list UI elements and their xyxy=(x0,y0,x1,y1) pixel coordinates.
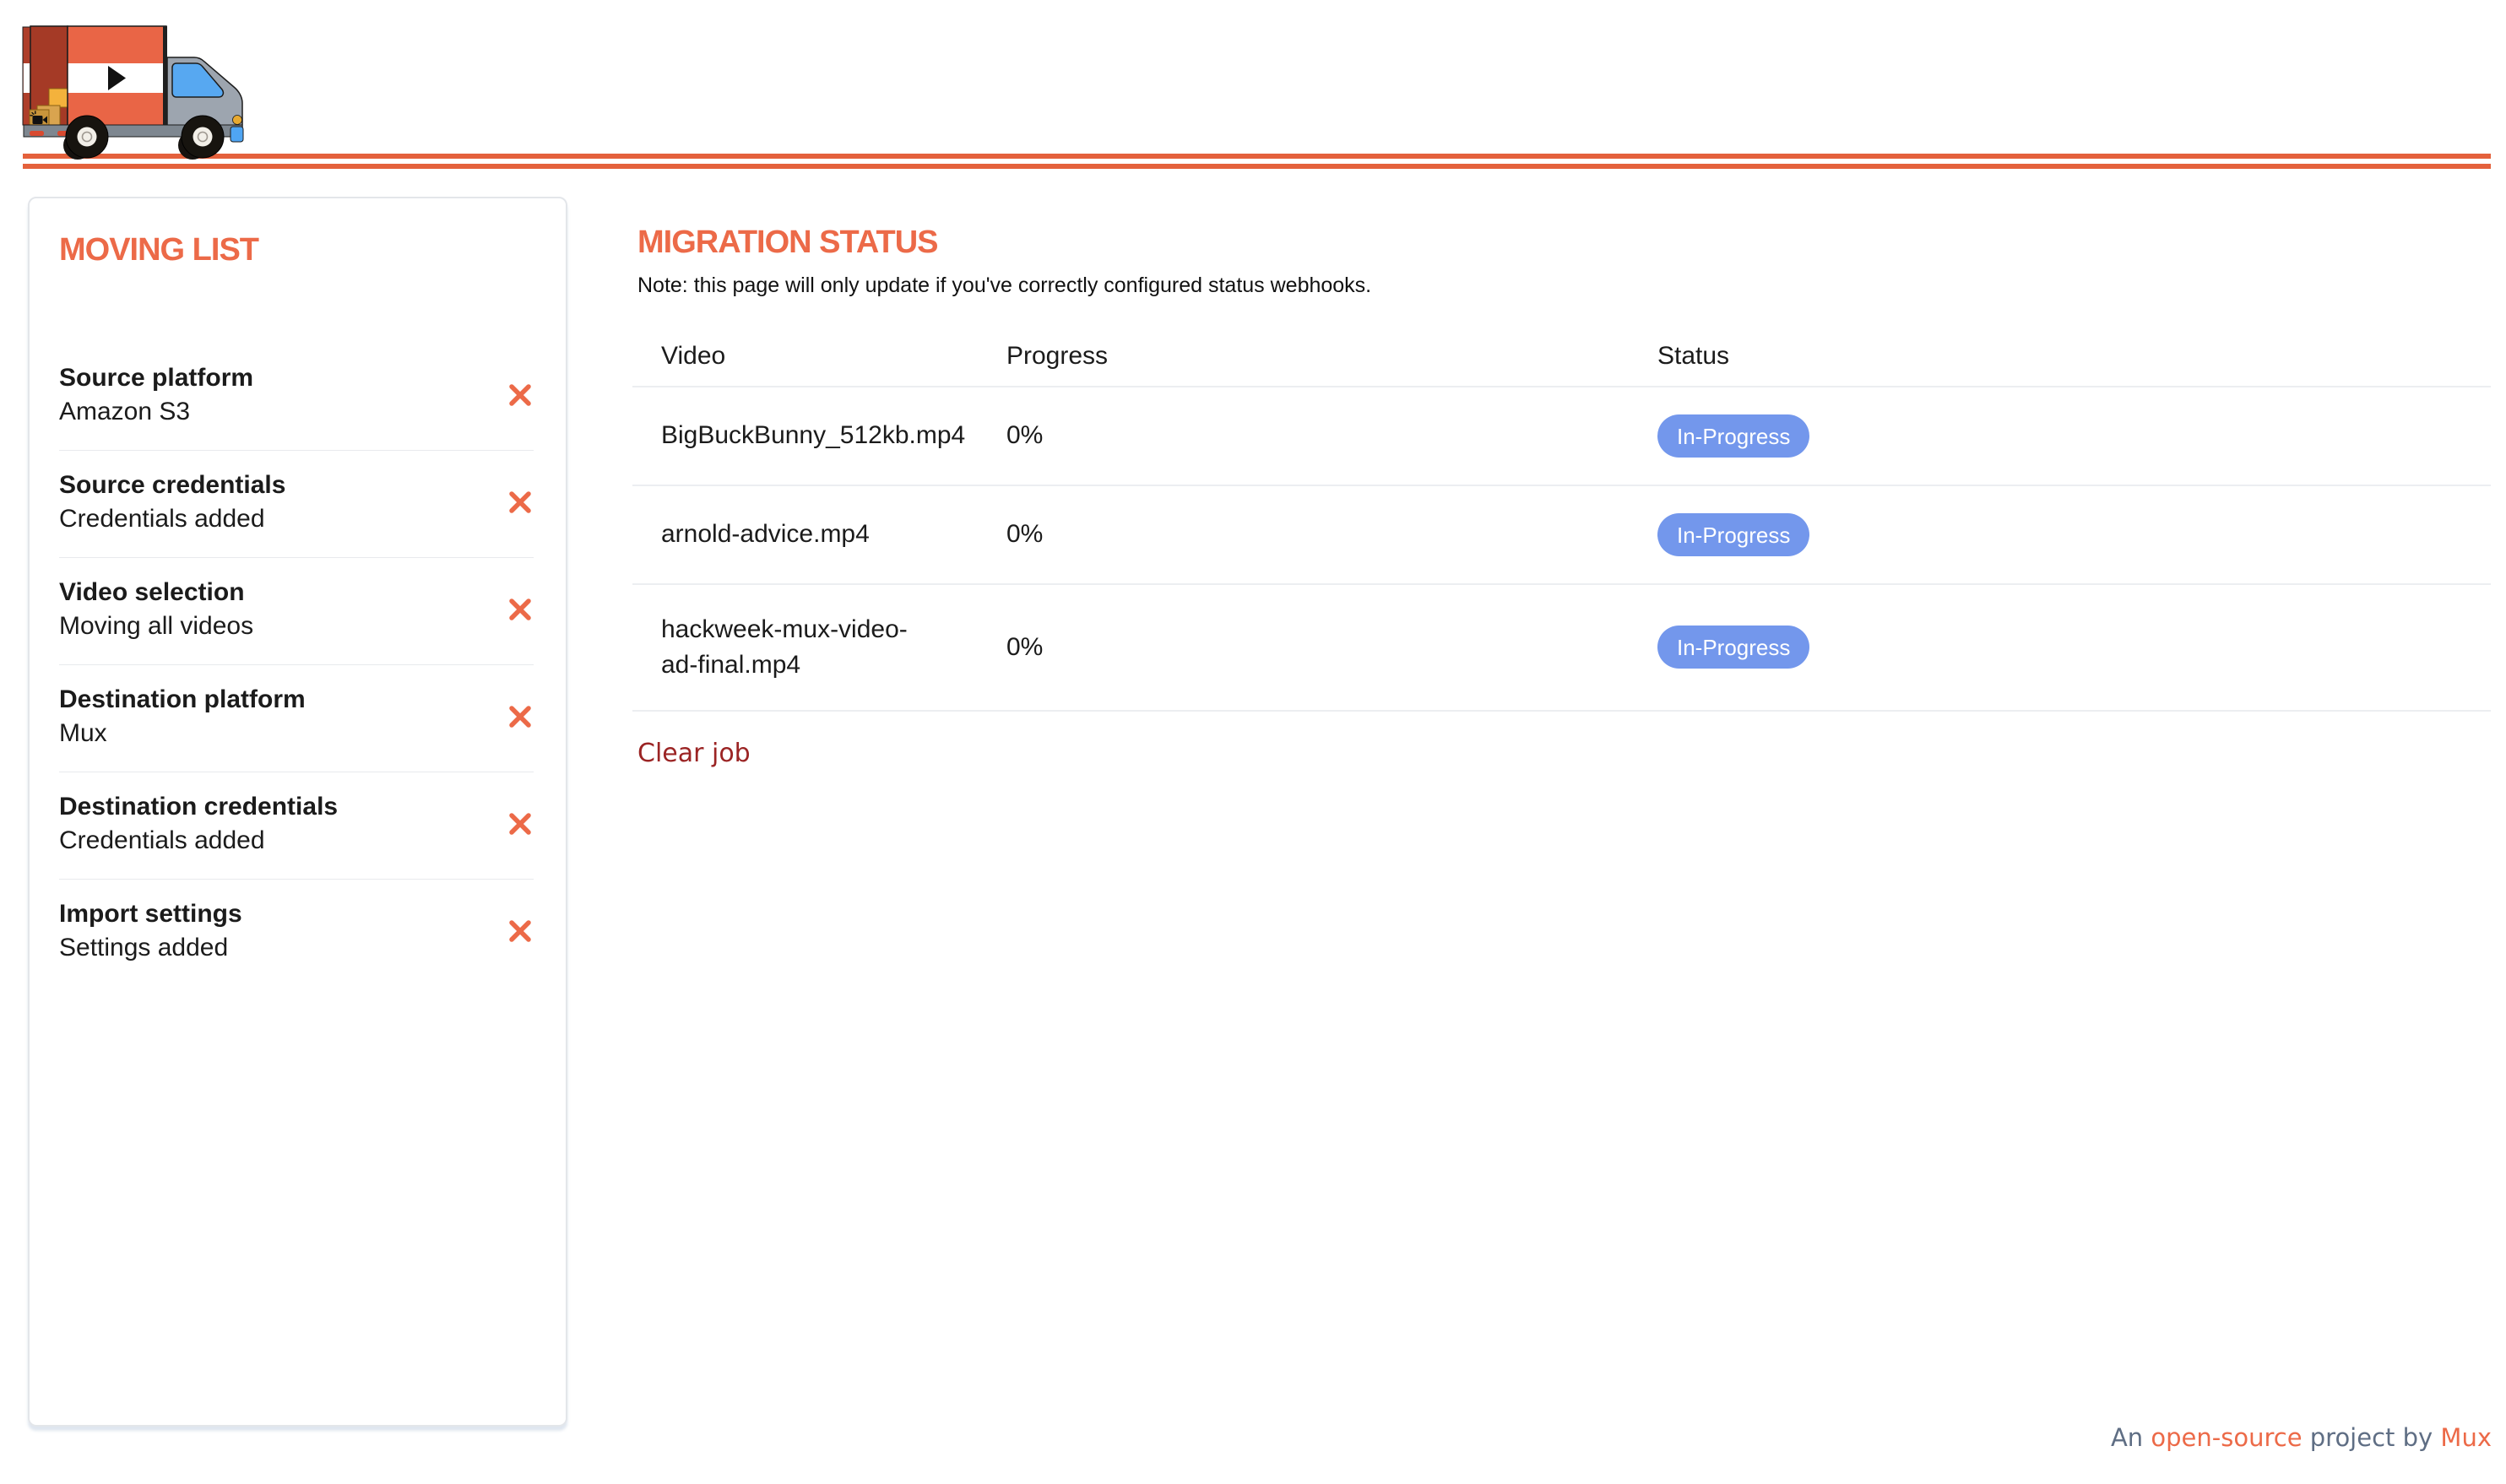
x-icon xyxy=(508,490,532,514)
table-row: BigBuckBunny_512kb.mp4 0% In-Progress xyxy=(632,387,2491,486)
page: { "colors": { "accent_orange": "#ec6a48"… xyxy=(0,0,2506,1484)
video-progress: 0% xyxy=(1006,630,1657,665)
sidebar-item-destination-platform: Destination platform Mux xyxy=(59,665,534,772)
footer-middle: project by xyxy=(2310,1423,2433,1452)
x-icon xyxy=(508,919,532,943)
video-name: arnold-advice.mp4 xyxy=(661,517,927,552)
migration-status-title: MIGRATION STATUS xyxy=(637,226,2491,258)
item-title: Destination platform xyxy=(59,683,306,717)
sidebar-item-source-platform: Source platform Amazon S3 xyxy=(59,344,534,451)
column-header-video: Video xyxy=(661,339,1006,374)
moving-list-panel: MOVING LIST Source platform Amazon S3 So… xyxy=(28,197,567,1427)
item-title: Video selection xyxy=(59,576,253,609)
road-line-bottom xyxy=(23,164,2491,169)
x-icon xyxy=(508,383,532,407)
x-icon xyxy=(508,812,532,836)
open-source-link[interactable]: open-source xyxy=(2151,1423,2302,1452)
migration-table: Video Progress Status BigBuckBunny_512kb… xyxy=(632,339,2491,712)
remove-import-settings-button[interactable] xyxy=(508,919,532,943)
front-step xyxy=(231,127,243,142)
road-line-top xyxy=(23,154,2491,159)
front-wheel xyxy=(182,116,224,158)
moving-list-title: MOVING LIST xyxy=(59,234,534,266)
video-progress: 0% xyxy=(1006,418,1657,453)
item-value: Moving all videos xyxy=(59,609,253,643)
sidebar-item-destination-credentials: Destination credentials Credentials adde… xyxy=(59,772,534,880)
item-title: Destination credentials xyxy=(59,790,338,824)
migration-status-section: MIGRATION STATUS Note: this page will on… xyxy=(632,226,2491,768)
status-badge: In-Progress xyxy=(1657,513,1809,556)
table-header-row: Video Progress Status xyxy=(632,339,2491,387)
sidebar-item-import-settings: Import settings Settings added xyxy=(59,880,534,986)
taillight xyxy=(30,131,44,136)
x-icon xyxy=(508,705,532,728)
moving-truck-logo xyxy=(21,13,249,160)
x-icon xyxy=(508,598,532,621)
webhooks-note: Note: this page will only update if you'… xyxy=(637,272,2491,300)
status-badge: In-Progress xyxy=(1657,626,1809,669)
item-title: Import settings xyxy=(59,897,242,931)
table-row: hackweek-mux-video-ad-final.mp4 0% In-Pr… xyxy=(632,585,2491,712)
table-row: arnold-advice.mp4 0% In-Progress xyxy=(632,486,2491,585)
headlight xyxy=(233,116,242,125)
status-badge: In-Progress xyxy=(1657,414,1809,458)
item-title: Source credentials xyxy=(59,468,285,502)
item-title: Source platform xyxy=(59,361,253,395)
footer-prefix: An xyxy=(2111,1423,2143,1452)
remove-source-platform-button[interactable] xyxy=(508,383,532,407)
video-name: hackweek-mux-video-ad-final.mp4 xyxy=(661,612,927,683)
column-header-status: Status xyxy=(1657,339,2491,374)
remove-destination-credentials-button[interactable] xyxy=(508,812,532,836)
column-header-progress: Progress xyxy=(1006,339,1657,374)
item-value: Settings added xyxy=(59,931,242,965)
clear-job-link[interactable]: Clear job xyxy=(637,739,751,768)
rear-wheel xyxy=(66,116,108,158)
mux-link[interactable]: Mux xyxy=(2440,1423,2492,1452)
remove-destination-platform-button[interactable] xyxy=(508,705,532,728)
video-name: BigBuckBunny_512kb.mp4 xyxy=(661,418,927,453)
remove-video-selection-button[interactable] xyxy=(508,598,532,621)
video-progress: 0% xyxy=(1006,517,1657,552)
sidebar-item-video-selection: Video selection Moving all videos xyxy=(59,558,534,665)
item-value: Amazon S3 xyxy=(59,395,253,429)
footer-credit: An open-source project by Mux xyxy=(2111,1423,2492,1452)
sidebar-item-source-credentials: Source credentials Credentials added xyxy=(59,451,534,558)
item-value: Mux xyxy=(59,717,306,750)
truck-cargo-box xyxy=(68,26,167,127)
item-value: Credentials added xyxy=(59,824,338,858)
item-value: Credentials added xyxy=(59,502,285,536)
remove-source-credentials-button[interactable] xyxy=(508,490,532,514)
